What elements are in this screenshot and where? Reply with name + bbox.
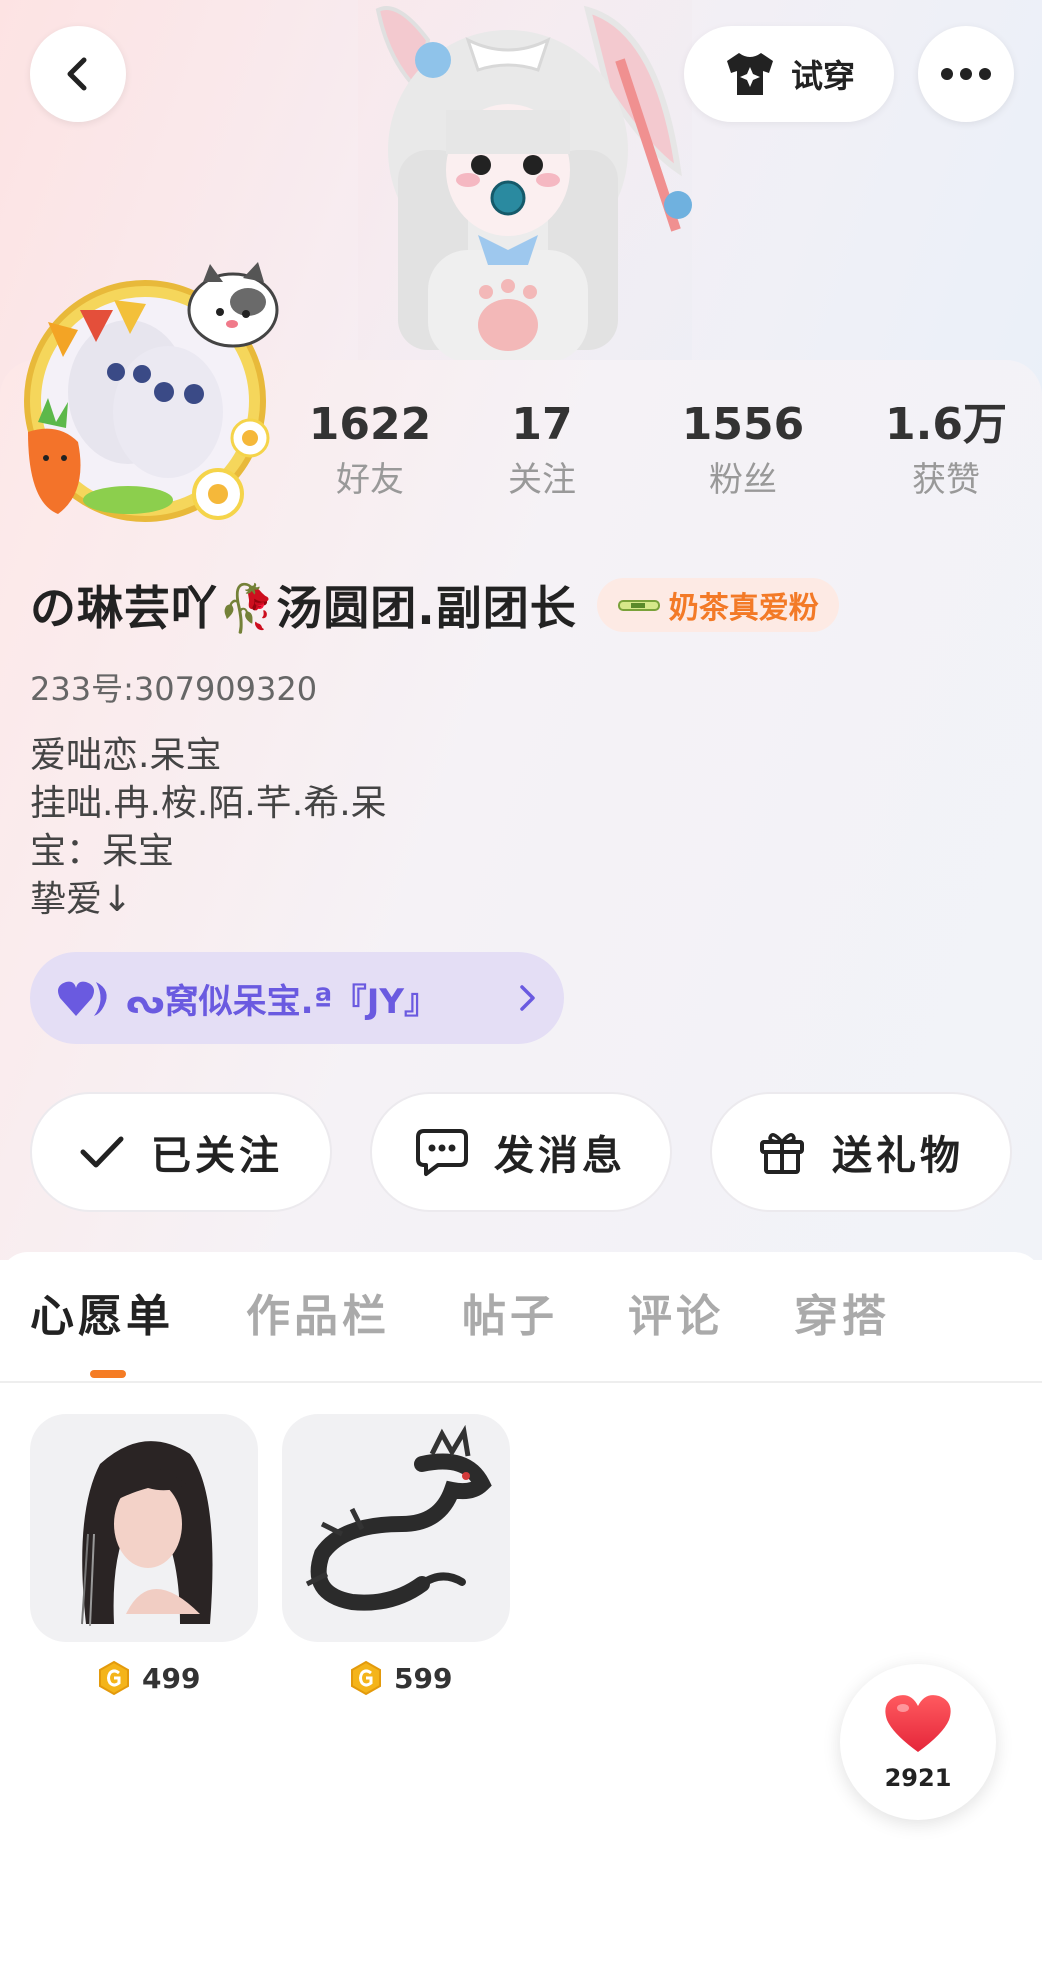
divider	[0, 1381, 1042, 1383]
fan-badge[interactable]: 奶茶真爱粉	[596, 578, 839, 632]
back-button[interactable]	[30, 26, 126, 122]
profile-page: 试穿 1622 好友 17 关注 1556 粉丝 1.6万 获赞 の琳芸吖🥀汤圆…	[0, 0, 1042, 1968]
tab-comments[interactable]: 评论	[628, 1280, 724, 1344]
group-link[interactable]: ᔓ窝似呆宝.ª『JY』	[30, 952, 564, 1044]
more-button[interactable]	[918, 26, 1014, 122]
send-gift-button[interactable]: 送礼物	[710, 1092, 1012, 1212]
chevron-right-icon	[520, 985, 535, 1011]
like-button[interactable]: 2921	[840, 1664, 996, 1820]
wishlist-item[interactable]	[30, 1414, 258, 1642]
group-label: ᔓ窝似呆宝.ª『JY』	[126, 981, 438, 1022]
wishlist-price: 499	[96, 1660, 200, 1696]
stat-label: 好友	[336, 460, 404, 500]
stat-likes[interactable]: 1.6万 获赞	[861, 395, 1031, 505]
name-row: の琳芸吖🥀汤圆团.副团长 奶茶真爱粉	[30, 570, 839, 640]
stat-value: 1622	[308, 399, 432, 450]
followed-button[interactable]: 已关注	[30, 1092, 332, 1212]
price-value: 599	[394, 1661, 453, 1695]
tshirt-icon	[726, 53, 773, 95]
content-tabs: 心愿单 作品栏 帖子 评论 穿搭	[0, 1252, 1042, 1382]
chevron-left-icon	[67, 57, 87, 91]
wishlist-item[interactable]	[282, 1414, 510, 1642]
try-on-button[interactable]: 试穿	[684, 26, 894, 122]
hearts-icon	[58, 981, 107, 1016]
tab-outfits[interactable]: 穿搭	[794, 1280, 890, 1344]
stat-value: 1.6万	[885, 399, 1007, 450]
long-black-hair-icon	[81, 1441, 213, 1627]
profile-avatar[interactable]	[18, 262, 282, 530]
banner-avatar-image	[358, 0, 692, 362]
coin-icon	[351, 1660, 381, 1696]
send-message-label: 发消息	[494, 1133, 626, 1179]
user-id: 233号:307909320	[30, 670, 318, 708]
bio-line: 挂咄.冉.桉.陌.芊.希.呆	[30, 783, 387, 824]
tab-works[interactable]: 作品栏	[246, 1280, 390, 1344]
stat-value: 17	[511, 399, 573, 450]
tab-wishlist[interactable]: 心愿单	[30, 1280, 174, 1344]
black-dragon-icon	[305, 1424, 492, 1611]
wishlist-price: 599	[348, 1660, 452, 1696]
bio-line: 宝：呆宝	[30, 831, 175, 872]
fan-badge-label: 奶茶真爱粉	[668, 591, 819, 626]
stat-friends[interactable]: 1622 好友	[285, 395, 455, 505]
chat-bubble-icon	[416, 1129, 468, 1176]
tab-posts[interactable]: 帖子	[462, 1280, 558, 1344]
coin-icon	[99, 1660, 129, 1696]
tea-straw-icon	[617, 600, 660, 611]
stat-value: 1556	[681, 399, 805, 450]
stat-label: 关注	[508, 460, 576, 500]
stats-row: 1622 好友 17 关注 1556 粉丝 1.6万 获赞	[285, 395, 1042, 515]
check-icon	[80, 1136, 124, 1168]
active-tab-indicator	[90, 1370, 126, 1378]
try-on-label: 试穿	[790, 57, 855, 95]
stat-label: 粉丝	[709, 460, 777, 500]
send-message-button[interactable]: 发消息	[370, 1092, 672, 1212]
heart-icon	[885, 1695, 951, 1752]
like-count: 2921	[884, 1764, 952, 1792]
stat-followers[interactable]: 1556 粉丝	[658, 395, 828, 505]
followed-label: 已关注	[151, 1133, 283, 1179]
gift-icon	[760, 1133, 804, 1174]
bio: 爱咄恋.呆宝 挂咄.冉.桉.陌.芊.希.呆 宝：呆宝 挚爱↓	[30, 732, 387, 924]
bio-line: 挚爱↓	[30, 879, 133, 920]
send-gift-label: 送礼物	[832, 1133, 964, 1179]
username: の琳芸吖🥀汤圆团.副团长	[30, 581, 577, 635]
more-dots-icon	[941, 68, 991, 80]
stat-following[interactable]: 17 关注	[457, 395, 627, 505]
bio-line: 爱咄恋.呆宝	[30, 735, 222, 776]
stat-label: 获赞	[912, 460, 980, 500]
price-value: 499	[142, 1661, 201, 1695]
